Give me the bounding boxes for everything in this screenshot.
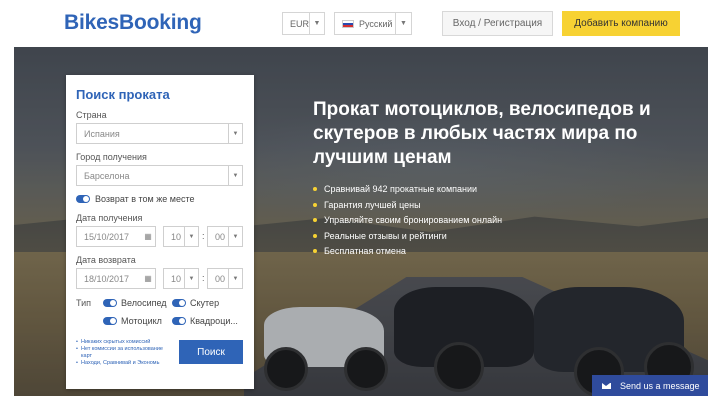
currency-value: EUR — [290, 18, 310, 29]
search-button[interactable]: Поиск — [179, 340, 243, 364]
benefit-item: Сравнивай 942 прокатные компании — [313, 183, 502, 199]
pickup-date-input[interactable]: 15/10/2017 ▦ — [76, 226, 156, 247]
pickup-minute-select[interactable]: 00 ▼ — [207, 226, 243, 247]
language-select[interactable]: Русский ▼ — [334, 12, 412, 35]
pickup-hour-select[interactable]: 10 ▼ — [163, 226, 199, 247]
hero-headline: Прокат мотоциклов, велосипедов и скутеро… — [313, 99, 651, 168]
chevron-down-icon: ▼ — [228, 227, 242, 246]
same-place-toggle[interactable] — [76, 195, 90, 203]
calendar-icon: ▦ — [144, 274, 152, 283]
chevron-down-icon: ▼ — [309, 13, 324, 34]
type-toggle-motorcycle[interactable] — [103, 317, 117, 325]
calendar-icon: ▦ — [144, 232, 152, 241]
benefit-item: Реальные отзывы и рейтинги — [313, 230, 502, 246]
city-select[interactable]: Барселона ▼ — [76, 165, 243, 186]
login-register-button[interactable]: Вход / Регистрация — [442, 11, 553, 36]
benefit-item: Управляйте своим бронированием онлайн — [313, 214, 502, 230]
return-date-value: 18/10/2017 — [84, 273, 130, 284]
chevron-down-icon: ▼ — [228, 166, 242, 185]
type-label-scooter: Скутер — [190, 298, 220, 308]
pickup-date-label: Дата получения — [76, 213, 143, 223]
chevron-down-icon: ▼ — [228, 269, 242, 288]
benefit-item: Бесплатная отмена — [313, 245, 502, 261]
site-header: BikesBooking EUR ▼ Русский ▼ Вход / Реги… — [0, 0, 720, 46]
return-minute-value: 00 — [215, 273, 226, 284]
search-panel: Поиск проката Страна Испания ▼ Город пол… — [66, 75, 254, 389]
type-label-bicycle: Велосипед — [121, 298, 167, 308]
search-panel-title: Поиск проката — [76, 87, 170, 102]
pickup-hour-value: 10 — [171, 231, 182, 242]
country-value: Испания — [84, 128, 120, 139]
chevron-down-icon: ▼ — [184, 269, 198, 288]
pickup-date-value: 15/10/2017 — [84, 231, 130, 242]
country-select[interactable]: Испания ▼ — [76, 123, 243, 144]
site-logo[interactable]: BikesBooking — [64, 11, 202, 35]
envelope-icon — [602, 382, 611, 389]
language-value: Русский — [359, 18, 393, 29]
same-place-label: Возврат в том же месте — [95, 194, 195, 204]
return-hour-select[interactable]: 10 ▼ — [163, 268, 199, 289]
type-toggle-quad[interactable] — [172, 317, 186, 325]
return-hour-value: 10 — [171, 273, 182, 284]
add-company-button[interactable]: Добавить компанию — [562, 11, 680, 36]
country-label: Страна — [76, 110, 107, 120]
city-label: Город получения — [76, 152, 147, 162]
benefits-list: Сравнивай 942 прокатные компании Гаранти… — [313, 183, 502, 261]
search-note-item: Нет комиссии за использование карт — [76, 346, 171, 360]
currency-select[interactable]: EUR ▼ — [282, 12, 325, 35]
pickup-minute-value: 00 — [215, 231, 226, 242]
city-value: Барселона — [84, 170, 130, 181]
search-notes-list: Никаких скрытых комиссий Нет комиссии за… — [76, 339, 171, 367]
type-toggle-bicycle[interactable] — [103, 299, 117, 307]
benefit-item: Гарантия лучшей цены — [313, 199, 502, 215]
search-note-item: Никаких скрытых комиссий — [76, 339, 171, 346]
return-date-input[interactable]: 18/10/2017 ▦ — [76, 268, 156, 289]
type-label: Тип — [76, 298, 92, 308]
chevron-down-icon: ▼ — [395, 13, 411, 34]
type-label-quad: Квадроци... — [190, 316, 238, 326]
chevron-down-icon: ▼ — [184, 227, 198, 246]
send-message-button[interactable]: Send us a message — [592, 375, 708, 396]
russia-flag-icon — [342, 19, 354, 28]
return-minute-select[interactable]: 00 ▼ — [207, 268, 243, 289]
chevron-down-icon: ▼ — [228, 124, 242, 143]
search-note-item: Находи, Сравнивай и Экономь — [76, 360, 171, 367]
type-label-motorcycle: Мотоцикл — [121, 316, 162, 326]
return-date-label: Дата возврата — [76, 255, 136, 265]
send-message-label: Send us a message — [620, 380, 700, 391]
type-toggle-scooter[interactable] — [172, 299, 186, 307]
